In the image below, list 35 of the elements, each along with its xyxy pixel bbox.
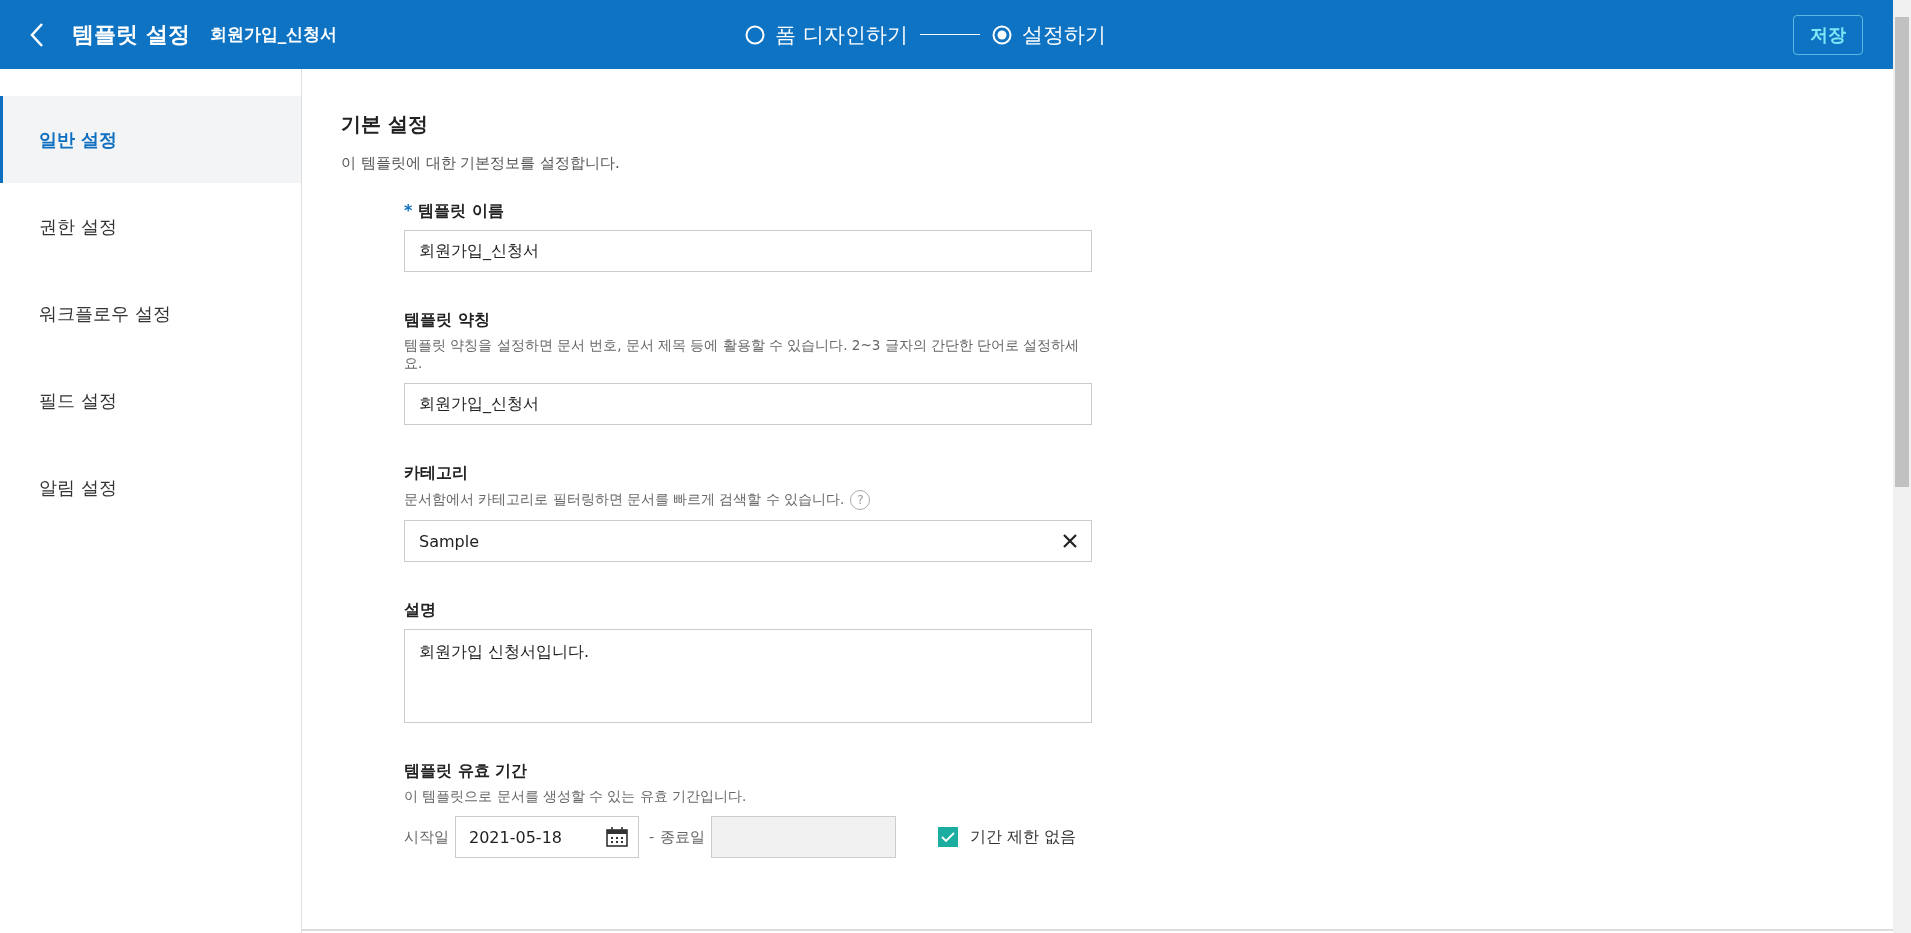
sidebar-item[interactable]: 알림 설정	[0, 444, 301, 531]
field-label: 카테고리	[404, 463, 468, 484]
step-tab[interactable]: 폼 디자인하기	[745, 20, 908, 49]
field-label: 템플릿 이름	[418, 201, 504, 222]
field-hint: 이 템플릿으로 문서를 생성할 수 있는 유효 기간입니다.	[404, 788, 747, 806]
sidebar-item[interactable]: 필드 설정	[0, 357, 301, 444]
field-hint: 템플릿 약칭을 설정하면 문서 번호, 문서 제목 등에 활용할 수 있습니다. 2~3 글자의 간단한 단어로 설정하세요.	[404, 337, 1081, 373]
start-date-label: 시작일	[404, 827, 449, 847]
field-label: 템플릿 유효 기간	[404, 761, 528, 782]
section-description: 이 템플릿에 대한 기본정보를 설정합니다.	[341, 154, 621, 173]
required-mark: *	[404, 201, 413, 222]
category-value: Sample	[419, 531, 479, 551]
page-title: 템플릿 설정	[72, 20, 190, 49]
sidebar-item[interactable]: 권한 설정	[0, 183, 301, 270]
start-date-field[interactable]: 2021-05-18	[455, 816, 639, 858]
field-hint: 문서함에서 카테고리로 필터링하면 문서를 빠르게 검색할 수 있습니다.	[404, 491, 845, 509]
text-field[interactable]: 회원가입_신청서	[404, 230, 1092, 272]
clear-icon[interactable]	[1063, 534, 1077, 548]
back-icon[interactable]	[30, 21, 44, 48]
document-name: 회원가입_신청서	[209, 23, 338, 46]
scrollbar[interactable]	[1893, 0, 1911, 933]
step-tab[interactable]: 설정하기	[991, 20, 1106, 49]
range-separator: -	[649, 829, 655, 845]
section-title: 기본 설정	[341, 111, 429, 138]
text-field[interactable]: 회원가입_신청서	[404, 383, 1092, 425]
field-label: 템플릿 약칭	[404, 310, 490, 331]
category-field[interactable]: Sample	[404, 520, 1092, 562]
field-label: 설명	[404, 600, 436, 621]
sidebar-item[interactable]: 일반 설정	[0, 96, 301, 183]
calendar-icon[interactable]	[606, 827, 628, 847]
description-field[interactable]: 회원가입 신청서입니다.	[404, 629, 1092, 723]
checkbox-label: 기간 제한 없음	[970, 826, 1077, 848]
checkbox[interactable]	[938, 827, 959, 847]
sidebar-item[interactable]: 워크플로우 설정	[0, 270, 301, 357]
end-date-label: 종료일	[660, 827, 706, 847]
